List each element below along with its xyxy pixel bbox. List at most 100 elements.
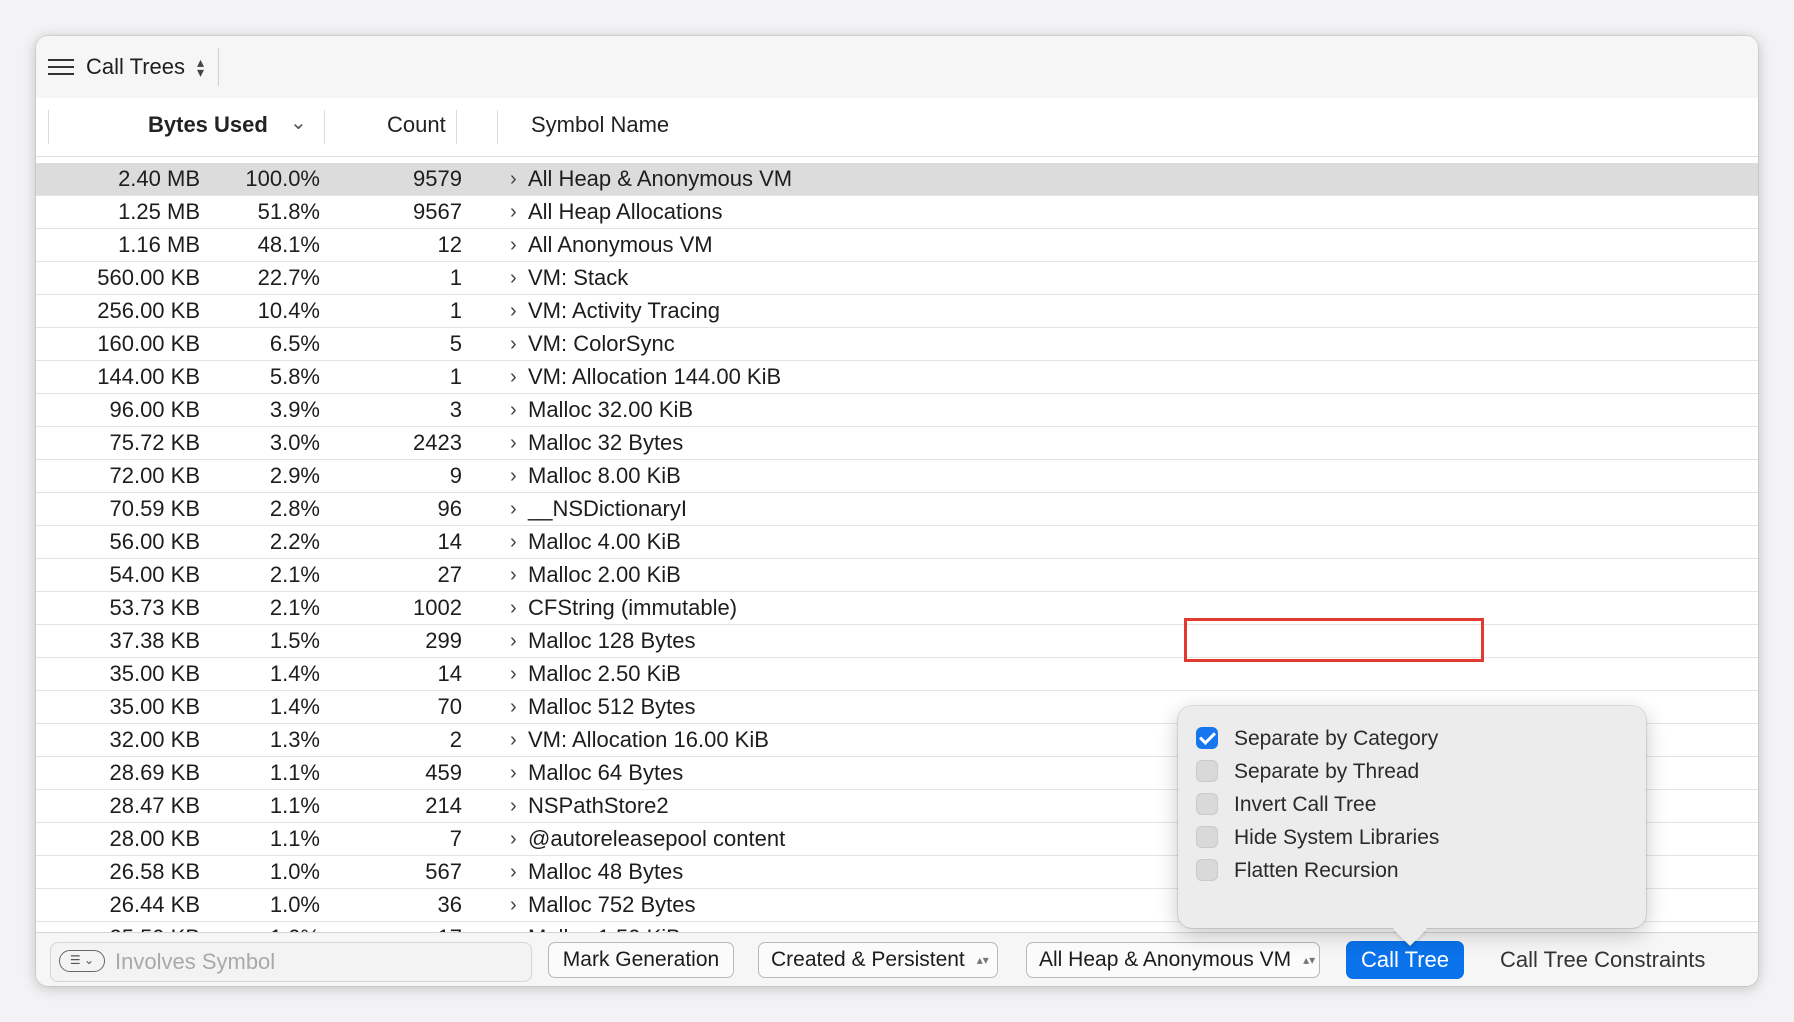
disclosure-chevron-icon[interactable]: ›	[510, 625, 517, 657]
filter-icon[interactable]: ☰ ⌄	[59, 950, 105, 972]
option-separate-by-thread[interactable]: Separate by Thread	[1196, 757, 1419, 787]
table-row[interactable]: 560.00 KB 22.7% 1 › VM: Stack	[36, 262, 1758, 295]
symbol-name-cell: Malloc 2.00 KiB	[528, 562, 681, 587]
mark-generation-button[interactable]: Mark Generation	[548, 942, 734, 978]
bytes-used-cell: 35.00 KB	[109, 694, 200, 719]
table-row[interactable]: 53.73 KB 2.1% 1002 › CFString (immutable)	[36, 592, 1758, 625]
count-cell: 214	[425, 793, 462, 818]
count-cell: 14	[437, 529, 462, 554]
count-cell: 9567	[413, 199, 462, 224]
bytes-used-cell: 56.00 KB	[109, 529, 200, 554]
table-row[interactable]: 256.00 KB 10.4% 1 › VM: Activity Tracing	[36, 295, 1758, 328]
count-cell: 14	[437, 661, 462, 686]
disclosure-chevron-icon[interactable]: ›	[510, 427, 517, 459]
checkbox[interactable]	[1196, 727, 1218, 749]
count-cell: 7	[449, 826, 462, 851]
sort-chevron-down-icon[interactable]: ⌄	[290, 110, 307, 135]
table-row[interactable]: 70.59 KB 2.8% 96 › __NSDictionaryI	[36, 493, 1758, 526]
tab-call-tree-constraints[interactable]: Call Tree Constraints	[1500, 941, 1705, 979]
percent-cell: 48.1%	[257, 232, 320, 257]
disclosure-chevron-icon[interactable]: ›	[510, 163, 517, 195]
lifespan-popup[interactable]: Created & Persistent ▴▾	[758, 942, 998, 978]
bytes-used-cell: 2.40 MB	[118, 166, 200, 191]
symbol-filter-field[interactable]: ☰ ⌄ Involves Symbol	[50, 942, 532, 982]
disclosure-chevron-icon[interactable]: ›	[510, 790, 517, 822]
column-symbol-name[interactable]: Symbol Name	[531, 112, 669, 138]
table-row[interactable]: 144.00 KB 5.8% 1 › VM: Allocation 144.00 KiB	[36, 361, 1758, 394]
count-cell: 70	[437, 694, 462, 719]
table-row[interactable]: 1.25 MB 51.8% 9567 › All Heap Allocations	[36, 196, 1758, 229]
table-row[interactable]: 54.00 KB 2.1% 27 › Malloc 2.00 KiB	[36, 559, 1758, 592]
disclosure-chevron-icon[interactable]: ›	[510, 262, 517, 294]
disclosure-chevron-icon[interactable]: ›	[510, 691, 517, 723]
percent-cell: 2.9%	[269, 463, 320, 488]
disclosure-chevron-icon[interactable]: ›	[510, 592, 517, 624]
checkbox[interactable]	[1196, 793, 1218, 815]
table-row[interactable]: 96.00 KB 3.9% 3 › Malloc 32.00 KiB	[36, 394, 1758, 427]
chevron-up-down-icon: ▴▾	[197, 54, 205, 80]
disclosure-chevron-icon[interactable]: ›	[510, 361, 517, 393]
bytes-used-cell: 28.00 KB	[109, 826, 200, 851]
tab-call-tree[interactable]: Call Tree	[1346, 941, 1464, 979]
bytes-used-cell: 256.00 KB	[97, 298, 200, 323]
bytes-used-cell: 53.73 KB	[109, 595, 200, 620]
count-cell: 3	[449, 397, 462, 422]
option-hide-system-libraries[interactable]: Hide System Libraries	[1196, 823, 1439, 853]
bytes-used-cell: 72.00 KB	[109, 463, 200, 488]
count-cell: 12	[437, 232, 462, 257]
disclosure-chevron-icon[interactable]: ›	[510, 196, 517, 228]
disclosure-chevron-icon[interactable]: ›	[510, 559, 517, 591]
disclosure-chevron-icon[interactable]: ›	[510, 724, 517, 756]
percent-cell: 2.2%	[269, 529, 320, 554]
disclosure-chevron-icon[interactable]: ›	[510, 493, 517, 525]
disclosure-chevron-icon[interactable]: ›	[510, 658, 517, 690]
table-row[interactable]: 56.00 KB 2.2% 14 › Malloc 4.00 KiB	[36, 526, 1758, 559]
bytes-used-cell: 1.25 MB	[118, 199, 200, 224]
percent-cell: 3.9%	[269, 397, 320, 422]
symbol-name-cell: All Heap Allocations	[528, 199, 723, 224]
option-flatten-recursion[interactable]: Flatten Recursion	[1196, 856, 1399, 886]
checkbox[interactable]	[1196, 760, 1218, 782]
allocation-type-popup[interactable]: All Heap & Anonymous VM ▴▾	[1026, 942, 1320, 978]
table-row[interactable]: 37.38 KB 1.5% 299 › Malloc 128 Bytes	[36, 625, 1758, 658]
option-invert-call-tree[interactable]: Invert Call Tree	[1196, 790, 1376, 820]
percent-cell: 1.4%	[269, 694, 320, 719]
bytes-used-cell: 37.38 KB	[109, 628, 200, 653]
disclosure-chevron-icon[interactable]: ›	[510, 328, 517, 360]
table-row[interactable]: 75.72 KB 3.0% 2423 › Malloc 32 Bytes	[36, 427, 1758, 460]
divider	[497, 110, 498, 144]
option-label: Separate by Category	[1234, 727, 1439, 750]
symbol-name-cell: VM: Stack	[528, 265, 629, 290]
percent-cell: 1.1%	[269, 826, 320, 851]
disclosure-chevron-icon[interactable]: ›	[510, 757, 517, 789]
column-count[interactable]: Count	[387, 112, 446, 138]
disclosure-chevron-icon[interactable]: ›	[510, 856, 517, 888]
disclosure-chevron-icon[interactable]: ›	[510, 526, 517, 558]
disclosure-chevron-icon[interactable]: ›	[510, 394, 517, 426]
column-bytes-used[interactable]: Bytes Used	[148, 112, 268, 138]
divider	[48, 110, 49, 144]
table-row[interactable]: 1.16 MB 48.1% 12 › All Anonymous VM	[36, 229, 1758, 262]
call-trees-menu[interactable]: Call Trees ▴ ▾	[48, 48, 204, 86]
table-row[interactable]: 72.00 KB 2.9% 9 › Malloc 8.00 KiB	[36, 460, 1758, 493]
allocation-type-value: All Heap & Anonymous VM	[1039, 948, 1292, 971]
table-row[interactable]: 35.00 KB 1.4% 14 › Malloc 2.50 KiB	[36, 658, 1758, 691]
count-cell: 1	[449, 265, 462, 290]
disclosure-chevron-icon[interactable]: ›	[510, 460, 517, 492]
disclosure-chevron-icon[interactable]: ›	[510, 889, 517, 921]
divider	[456, 110, 457, 144]
checkbox[interactable]	[1196, 859, 1218, 881]
percent-cell: 1.1%	[269, 793, 320, 818]
symbol-name-cell: VM: Activity Tracing	[528, 298, 720, 323]
table-row[interactable]: 160.00 KB 6.5% 5 › VM: ColorSync	[36, 328, 1758, 361]
table-row[interactable]: 2.40 MB 100.0% 9579 › All Heap & Anonymous V…	[36, 163, 1758, 196]
disclosure-chevron-icon[interactable]: ›	[510, 823, 517, 855]
option-separate-by-category[interactable]: Separate by Category	[1196, 724, 1438, 754]
checkbox[interactable]	[1196, 826, 1218, 848]
bytes-used-cell: 1.16 MB	[118, 232, 200, 257]
symbol-name-cell: NSPathStore2	[528, 793, 669, 818]
disclosure-chevron-icon[interactable]: ›	[510, 295, 517, 327]
symbol-name-cell: Malloc 32 Bytes	[528, 430, 684, 455]
percent-cell: 10.4%	[257, 298, 320, 323]
disclosure-chevron-icon[interactable]: ›	[510, 229, 517, 261]
